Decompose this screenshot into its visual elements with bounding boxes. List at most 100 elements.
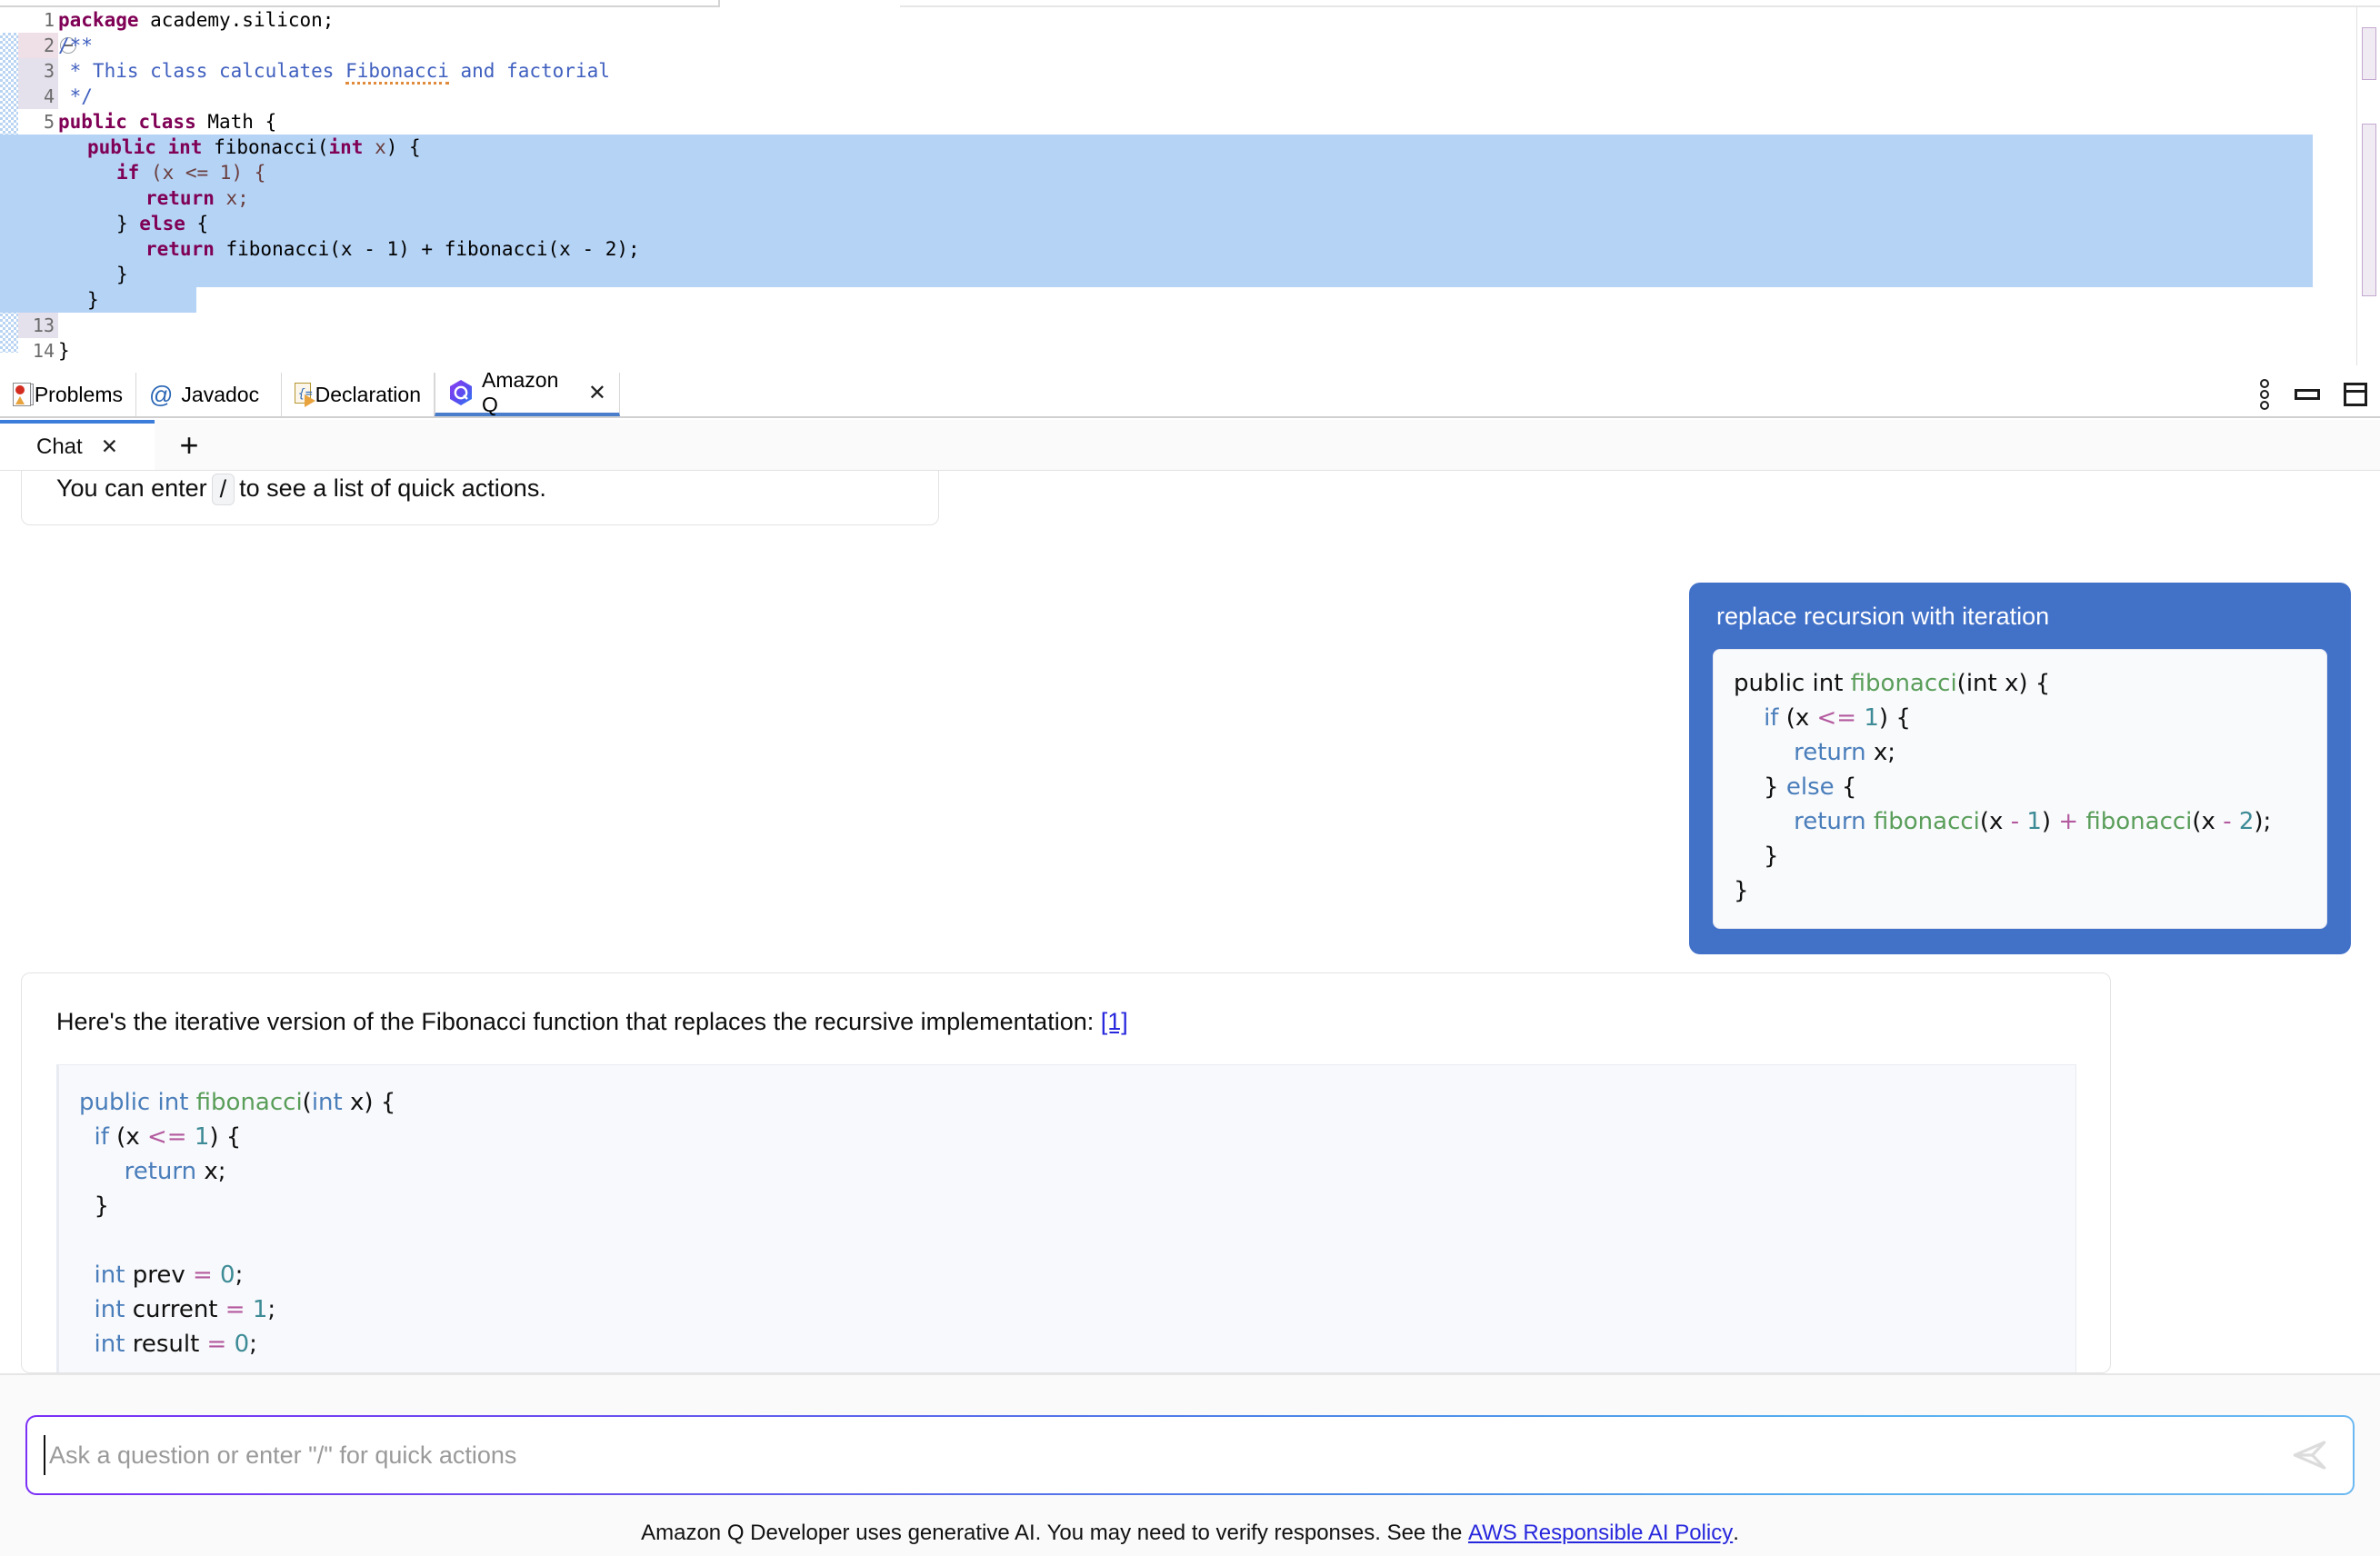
code-line bbox=[79, 1223, 2075, 1258]
code-line-3: * This class calculates Fibonacci and fa… bbox=[58, 58, 610, 84]
welcome-text-after: to see a list of quick actions. bbox=[239, 474, 546, 503]
code-line-6: public int fibonacci(int x) { bbox=[58, 135, 421, 160]
code-line-7: if (x <= 1) { bbox=[58, 160, 265, 185]
tab-javadoc[interactable]: @ Javadoc bbox=[136, 373, 282, 416]
code-token: ); bbox=[2254, 808, 2271, 835]
code-line-2: /** bbox=[58, 33, 93, 58]
code-token: x bbox=[343, 1089, 365, 1116]
view-tab-bar[interactable]: Problems @ Javadoc {= Declaration Amazon… bbox=[0, 373, 2380, 418]
chat-input-area: Ask a question or enter "/" for quick ac… bbox=[0, 1373, 2380, 1510]
code-token: int bbox=[95, 1262, 125, 1289]
code-text: (x <= 1) { bbox=[139, 162, 265, 184]
code-text: Math { bbox=[196, 111, 277, 133]
code-line-12: } bbox=[58, 287, 99, 313]
code-text-area[interactable]: package academy.silicon; /** * This clas… bbox=[58, 7, 2313, 365]
maximize-icon[interactable] bbox=[2344, 383, 2367, 406]
close-icon[interactable]: ✕ bbox=[588, 380, 606, 406]
send-icon[interactable] bbox=[2291, 1436, 2329, 1474]
code-line-4: */ bbox=[58, 84, 93, 109]
code-token bbox=[79, 1262, 95, 1289]
line-number: 3 bbox=[18, 58, 58, 84]
code-variable: x; bbox=[215, 187, 249, 209]
ruler-marker[interactable] bbox=[2362, 27, 2376, 80]
code-token: public int bbox=[1734, 670, 1851, 697]
code-text: fibonacci(x - 1) + fibonacci(x - 2); bbox=[215, 238, 640, 260]
code-token: ; bbox=[249, 1331, 257, 1358]
code-token: 1 bbox=[195, 1123, 210, 1151]
code-token: { bbox=[1835, 773, 1857, 801]
line-number: 4 bbox=[18, 84, 58, 109]
line-number: 14 bbox=[18, 338, 58, 364]
aws-policy-link[interactable]: AWS Responsible AI Policy bbox=[1468, 1521, 1733, 1546]
code-token bbox=[245, 1296, 253, 1323]
code-token bbox=[1866, 808, 1874, 835]
spellcheck-word: Fibonacci bbox=[345, 60, 449, 85]
code-token: int bbox=[95, 1331, 125, 1358]
code-token: = bbox=[193, 1262, 213, 1289]
ruler-marker[interactable] bbox=[2362, 124, 2376, 296]
code-token: 1 bbox=[1864, 704, 1879, 732]
overview-ruler[interactable] bbox=[2356, 7, 2380, 365]
amazon-q-icon bbox=[448, 379, 474, 406]
line-number: 2 bbox=[18, 33, 58, 58]
code-token: - bbox=[2011, 808, 2019, 835]
code-token: fibonacci bbox=[1851, 670, 1957, 697]
code-token bbox=[1734, 704, 1764, 732]
chat-tab[interactable]: Chat ✕ bbox=[0, 420, 155, 470]
code-token: 2 bbox=[2239, 808, 2255, 835]
code-line-8: return x; bbox=[58, 185, 249, 211]
close-icon[interactable]: ✕ bbox=[101, 434, 118, 459]
assistant-text-body: Here's the iterative version of the Fibo… bbox=[56, 1008, 1094, 1035]
code-token: = bbox=[207, 1331, 227, 1358]
code-token: prev bbox=[125, 1262, 193, 1289]
code-line: return x; bbox=[1734, 735, 2306, 770]
code-line: } else { bbox=[1734, 770, 2306, 804]
code-token: 0 bbox=[220, 1262, 235, 1289]
chat-input-placeholder: Ask a question or enter "/" for quick ac… bbox=[49, 1417, 516, 1493]
code-token bbox=[187, 1123, 195, 1151]
minimize-icon[interactable] bbox=[2295, 389, 2320, 400]
code-token: + bbox=[2058, 808, 2078, 835]
code-token: (int x) { bbox=[1957, 670, 2051, 697]
code-line: return x; bbox=[79, 1154, 2075, 1189]
new-chat-button[interactable]: + bbox=[155, 420, 224, 470]
welcome-card: You can enter / to see a list of quick a… bbox=[21, 471, 939, 525]
code-token bbox=[79, 1158, 125, 1185]
declaration-icon: {= bbox=[295, 383, 307, 406]
code-token: fibonacci bbox=[1874, 808, 1980, 835]
code-line-14: } bbox=[58, 338, 70, 364]
chat-message-list[interactable]: You can enter / to see a list of quick a… bbox=[0, 471, 2380, 1373]
code-line: return fibonacci(x - 1) + fibonacci(x - … bbox=[1734, 804, 2306, 839]
user-prompt-text: replace recursion with iteration bbox=[1716, 603, 2327, 631]
code-editor[interactable]: 1234567891011121314 package academy.sili… bbox=[0, 0, 2380, 373]
view-menu-icon[interactable] bbox=[2260, 379, 2271, 410]
chat-tab-bar[interactable]: Chat ✕ + bbox=[0, 420, 2380, 471]
tab-problems[interactable]: Problems bbox=[0, 373, 136, 416]
code-text: fibonacci( bbox=[202, 136, 328, 158]
user-message-bubble: replace recursion with iteration public … bbox=[1689, 583, 2351, 954]
code-text: } bbox=[116, 213, 139, 234]
tab-amazon-q[interactable]: Amazon Q ✕ bbox=[435, 373, 620, 416]
code-token: result bbox=[125, 1331, 206, 1358]
code-token: return bbox=[125, 1158, 197, 1185]
citation-link[interactable]: [1] bbox=[1101, 1008, 1128, 1035]
footer-text-before: Amazon Q Developer uses generative AI. Y… bbox=[641, 1521, 1462, 1546]
code-token: ; bbox=[267, 1296, 275, 1323]
editor-tab-strip bbox=[0, 0, 2380, 7]
chat-tab-label: Chat bbox=[36, 434, 83, 460]
code-token: <= bbox=[1817, 704, 1857, 732]
tab-declaration[interactable]: {= Declaration bbox=[282, 373, 435, 416]
code-token: x; bbox=[1866, 739, 1895, 766]
code-token: x; bbox=[196, 1158, 225, 1185]
tab-label: Problems bbox=[35, 383, 123, 407]
chat-input-field[interactable]: Ask a question or enter "/" for quick ac… bbox=[27, 1417, 2353, 1493]
code-token: if bbox=[1764, 704, 1778, 732]
code-variable: x bbox=[363, 136, 385, 158]
code-token: fibonacci bbox=[196, 1089, 303, 1116]
code-token bbox=[213, 1262, 220, 1289]
code-keyword: else bbox=[139, 213, 185, 234]
view-toolbar[interactable] bbox=[2260, 373, 2367, 416]
tab-label: Declaration bbox=[315, 383, 421, 407]
code-line: } bbox=[79, 1189, 2075, 1223]
code-comment: /** bbox=[58, 35, 93, 56]
